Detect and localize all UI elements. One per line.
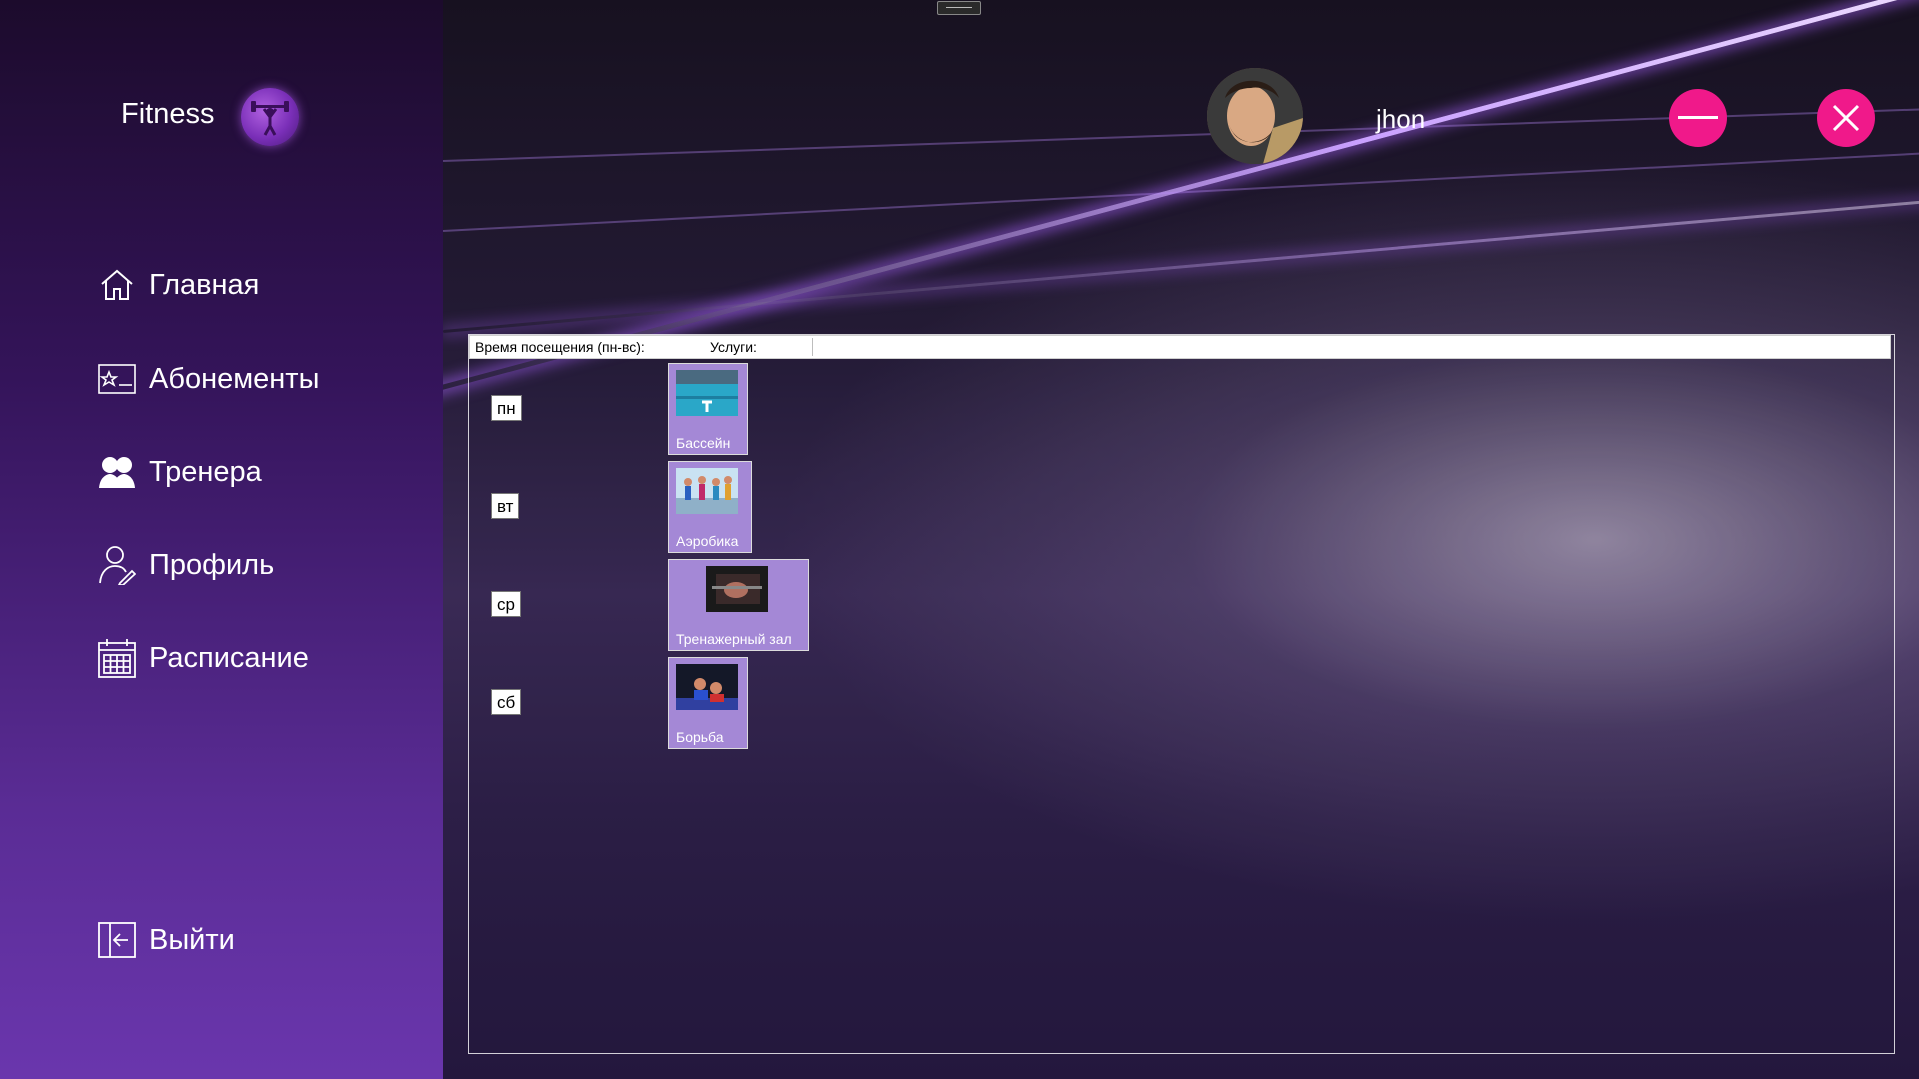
close-icon	[1832, 104, 1860, 132]
calendar-icon	[97, 638, 137, 678]
avatar[interactable]	[1207, 68, 1303, 164]
pool-image	[676, 370, 738, 416]
app-title: Fitness	[121, 98, 215, 130]
schedule-panel: Время посещения (пн-вс): Услуги: пн вт с…	[468, 334, 1895, 1054]
minimize-button[interactable]	[1669, 89, 1727, 147]
close-button[interactable]	[1817, 89, 1875, 147]
day-label-tuesday: вт	[491, 493, 520, 519]
sidebar: Fitness Главная Абонементы Тренера Профи…	[0, 0, 443, 1079]
column-header-services[interactable]: Услуги:	[710, 339, 757, 355]
wrestling-image	[676, 664, 738, 710]
sidebar-item-label: Абонементы	[149, 362, 320, 395]
schedule-table-header: Время посещения (пн-вс): Услуги:	[469, 335, 1891, 359]
sidebar-item-trainers[interactable]: Тренера	[97, 450, 262, 494]
day-label-monday: пн	[491, 395, 522, 421]
profile-icon	[97, 545, 137, 585]
main-area: jhon Время посещения (пн-вс): Услуги: пн…	[443, 0, 1919, 1079]
sidebar-item-label: Профиль	[149, 548, 275, 581]
logout-button[interactable]: Выйти	[97, 918, 235, 962]
fitness-logo-icon	[241, 88, 299, 146]
membership-card-icon	[97, 359, 137, 399]
service-label: Аэробика	[676, 533, 739, 549]
day-label-wednesday: ср	[491, 591, 521, 617]
username: jhon	[1376, 104, 1426, 134]
sidebar-item-label: Расписание	[149, 641, 309, 674]
service-label: Бассейн	[676, 435, 731, 451]
home-icon	[97, 265, 137, 305]
sidebar-item-schedule[interactable]: Расписание	[97, 636, 309, 680]
service-label: Борьба	[676, 729, 724, 745]
gym-image	[706, 566, 768, 612]
window-grab-handle[interactable]	[937, 1, 981, 15]
minimize-icon	[1678, 116, 1718, 119]
service-tile-pool[interactable]: Бассейн	[668, 363, 748, 455]
ceiling-light-beam	[443, 190, 1919, 333]
service-label: Тренажерный зал	[676, 631, 792, 647]
column-header-visit-time[interactable]: Время посещения (пн-вс):	[475, 339, 645, 355]
aerobics-image	[676, 468, 738, 514]
sidebar-item-label: Тренера	[149, 455, 262, 488]
service-tile-wrestling[interactable]: Борьба	[668, 657, 748, 749]
day-label-saturday: сб	[491, 689, 522, 715]
sidebar-item-memberships[interactable]: Абонементы	[97, 357, 319, 401]
trainers-icon	[97, 452, 137, 492]
sidebar-item-label: Главная	[149, 268, 260, 301]
logout-label: Выйти	[149, 923, 235, 956]
service-tile-aerobics[interactable]: Аэробика	[668, 461, 752, 553]
sidebar-item-profile[interactable]: Профиль	[97, 543, 274, 587]
sidebar-item-home[interactable]: Главная	[97, 263, 259, 307]
service-tile-gym[interactable]: Тренажерный зал	[668, 559, 809, 651]
logout-icon	[97, 920, 137, 960]
column-divider[interactable]	[812, 338, 813, 356]
